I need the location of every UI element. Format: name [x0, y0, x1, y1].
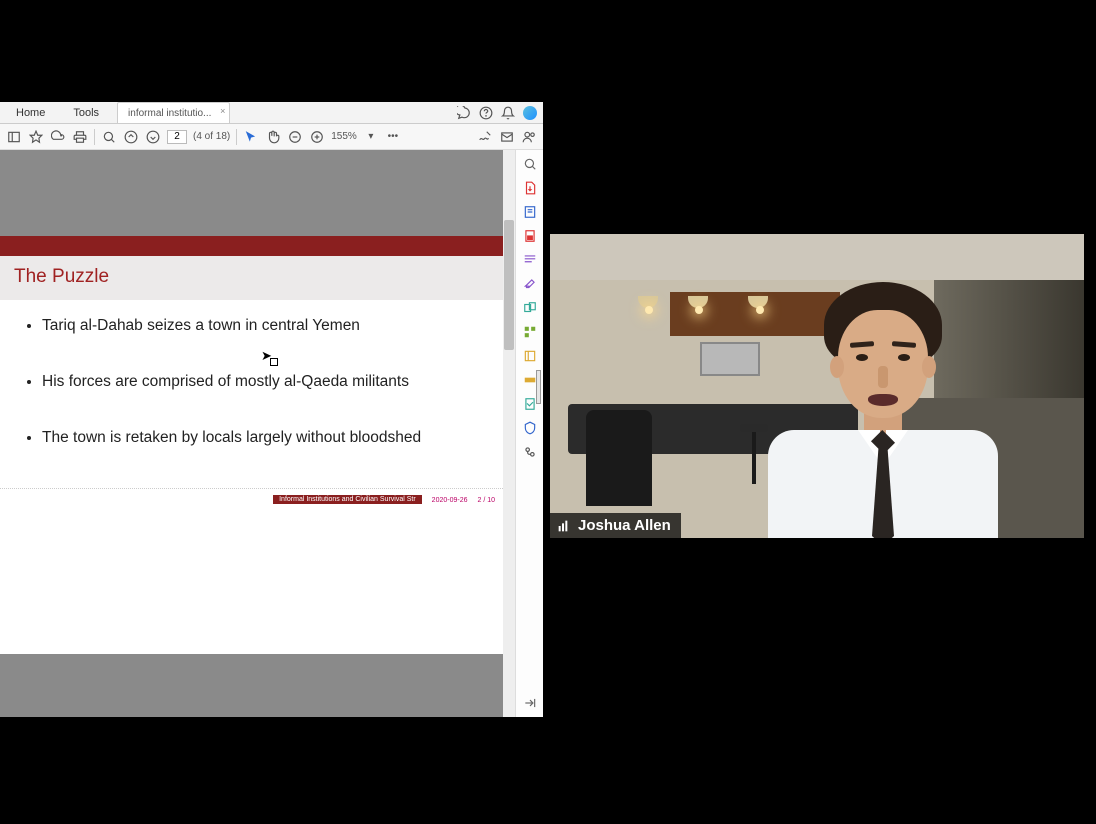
bullet-item: The town is retaken by locals largely wi…	[42, 428, 479, 448]
bullet-item: His forces are comprised of mostly al-Qa…	[42, 372, 479, 392]
page-down-icon[interactable]	[145, 129, 161, 145]
zoom-in-icon[interactable]	[309, 129, 325, 145]
tool-more-icon[interactable]	[522, 444, 538, 460]
bell-icon[interactable]	[501, 106, 515, 120]
tool-combine-icon[interactable]	[522, 300, 538, 316]
tab-document-label: informal institutio...	[128, 108, 211, 119]
slide-footer-page: 2 / 10	[477, 497, 495, 504]
slide-footer-date: 2020-09-26	[432, 497, 468, 504]
page-total-label: (4 of 18)	[193, 131, 230, 142]
pdf-toolbar: (4 of 18) 155% ▾ •••	[0, 124, 543, 150]
account-avatar[interactable]	[523, 106, 537, 120]
zoom-dropdown-icon[interactable]: ▾	[363, 129, 379, 145]
hand-tool-icon[interactable]	[265, 129, 281, 145]
tool-create-pdf-icon[interactable]	[522, 228, 538, 244]
app-tabbar: Home Tools informal institutio... ×	[0, 102, 543, 124]
pane-divider-handle[interactable]	[536, 370, 541, 404]
video-person	[746, 280, 1006, 538]
tool-search-icon[interactable]	[522, 156, 538, 172]
share-user-icon[interactable]	[521, 129, 537, 145]
tab-document[interactable]: informal institutio... ×	[117, 102, 230, 123]
slide-title: The Puzzle	[14, 266, 109, 287]
tab-tools[interactable]: Tools	[63, 102, 109, 123]
tool-fill-sign-icon[interactable]	[522, 276, 538, 292]
search-icon[interactable]	[101, 129, 117, 145]
tool-edit-pdf-icon[interactable]	[522, 204, 538, 220]
page-number-input[interactable]	[167, 130, 187, 144]
chat-icon[interactable]	[457, 106, 471, 120]
audio-level-icon	[556, 518, 572, 534]
sign-icon[interactable]	[477, 129, 493, 145]
star-icon[interactable]	[28, 129, 44, 145]
right-tool-rail	[515, 150, 543, 717]
pdf-reader-window: Home Tools informal institutio... × (4 o…	[0, 102, 543, 717]
slide-footer-title: Informal Institutions and Civilian Survi…	[273, 495, 422, 504]
tool-compress-icon[interactable]	[522, 348, 538, 364]
slide-footer: Informal Institutions and Civilian Survi…	[0, 488, 503, 506]
panel-collapse-icon[interactable]	[522, 695, 538, 711]
bullet-item: Tariq al-Dahab seizes a town in central …	[42, 316, 479, 336]
slide: The Puzzle Tariq al-Dahab seizes a town …	[0, 236, 503, 654]
tool-protect-icon[interactable]	[522, 420, 538, 436]
document-viewport[interactable]: The Puzzle Tariq al-Dahab seizes a town …	[0, 150, 515, 717]
zoom-value-label: 155%	[331, 131, 357, 142]
select-tool-icon[interactable]	[243, 129, 259, 145]
more-tools-icon[interactable]: •••	[385, 129, 401, 145]
tool-comment-icon[interactable]	[522, 252, 538, 268]
mail-icon[interactable]	[499, 129, 515, 145]
scrollbar-thumb[interactable]	[504, 220, 514, 350]
tool-organize-icon[interactable]	[522, 324, 538, 340]
tool-export-pdf-icon[interactable]	[522, 180, 538, 196]
tab-home[interactable]: Home	[6, 102, 55, 123]
close-icon[interactable]: ×	[220, 106, 225, 116]
cloud-icon[interactable]	[50, 129, 66, 145]
sidebar-toggle-icon[interactable]	[6, 129, 22, 145]
slide-bullets: Tariq al-Dahab seizes a town in central …	[24, 316, 479, 448]
print-icon[interactable]	[72, 129, 88, 145]
page-up-icon[interactable]	[123, 129, 139, 145]
zoom-out-icon[interactable]	[287, 129, 303, 145]
participant-name-tag: Joshua Allen	[550, 513, 681, 538]
video-participant-tile[interactable]: Joshua Allen	[550, 234, 1084, 538]
help-icon[interactable]	[479, 106, 493, 120]
participant-name-label: Joshua Allen	[578, 517, 671, 534]
scrollbar-track[interactable]	[503, 150, 515, 717]
slide-header-bar	[0, 236, 503, 256]
